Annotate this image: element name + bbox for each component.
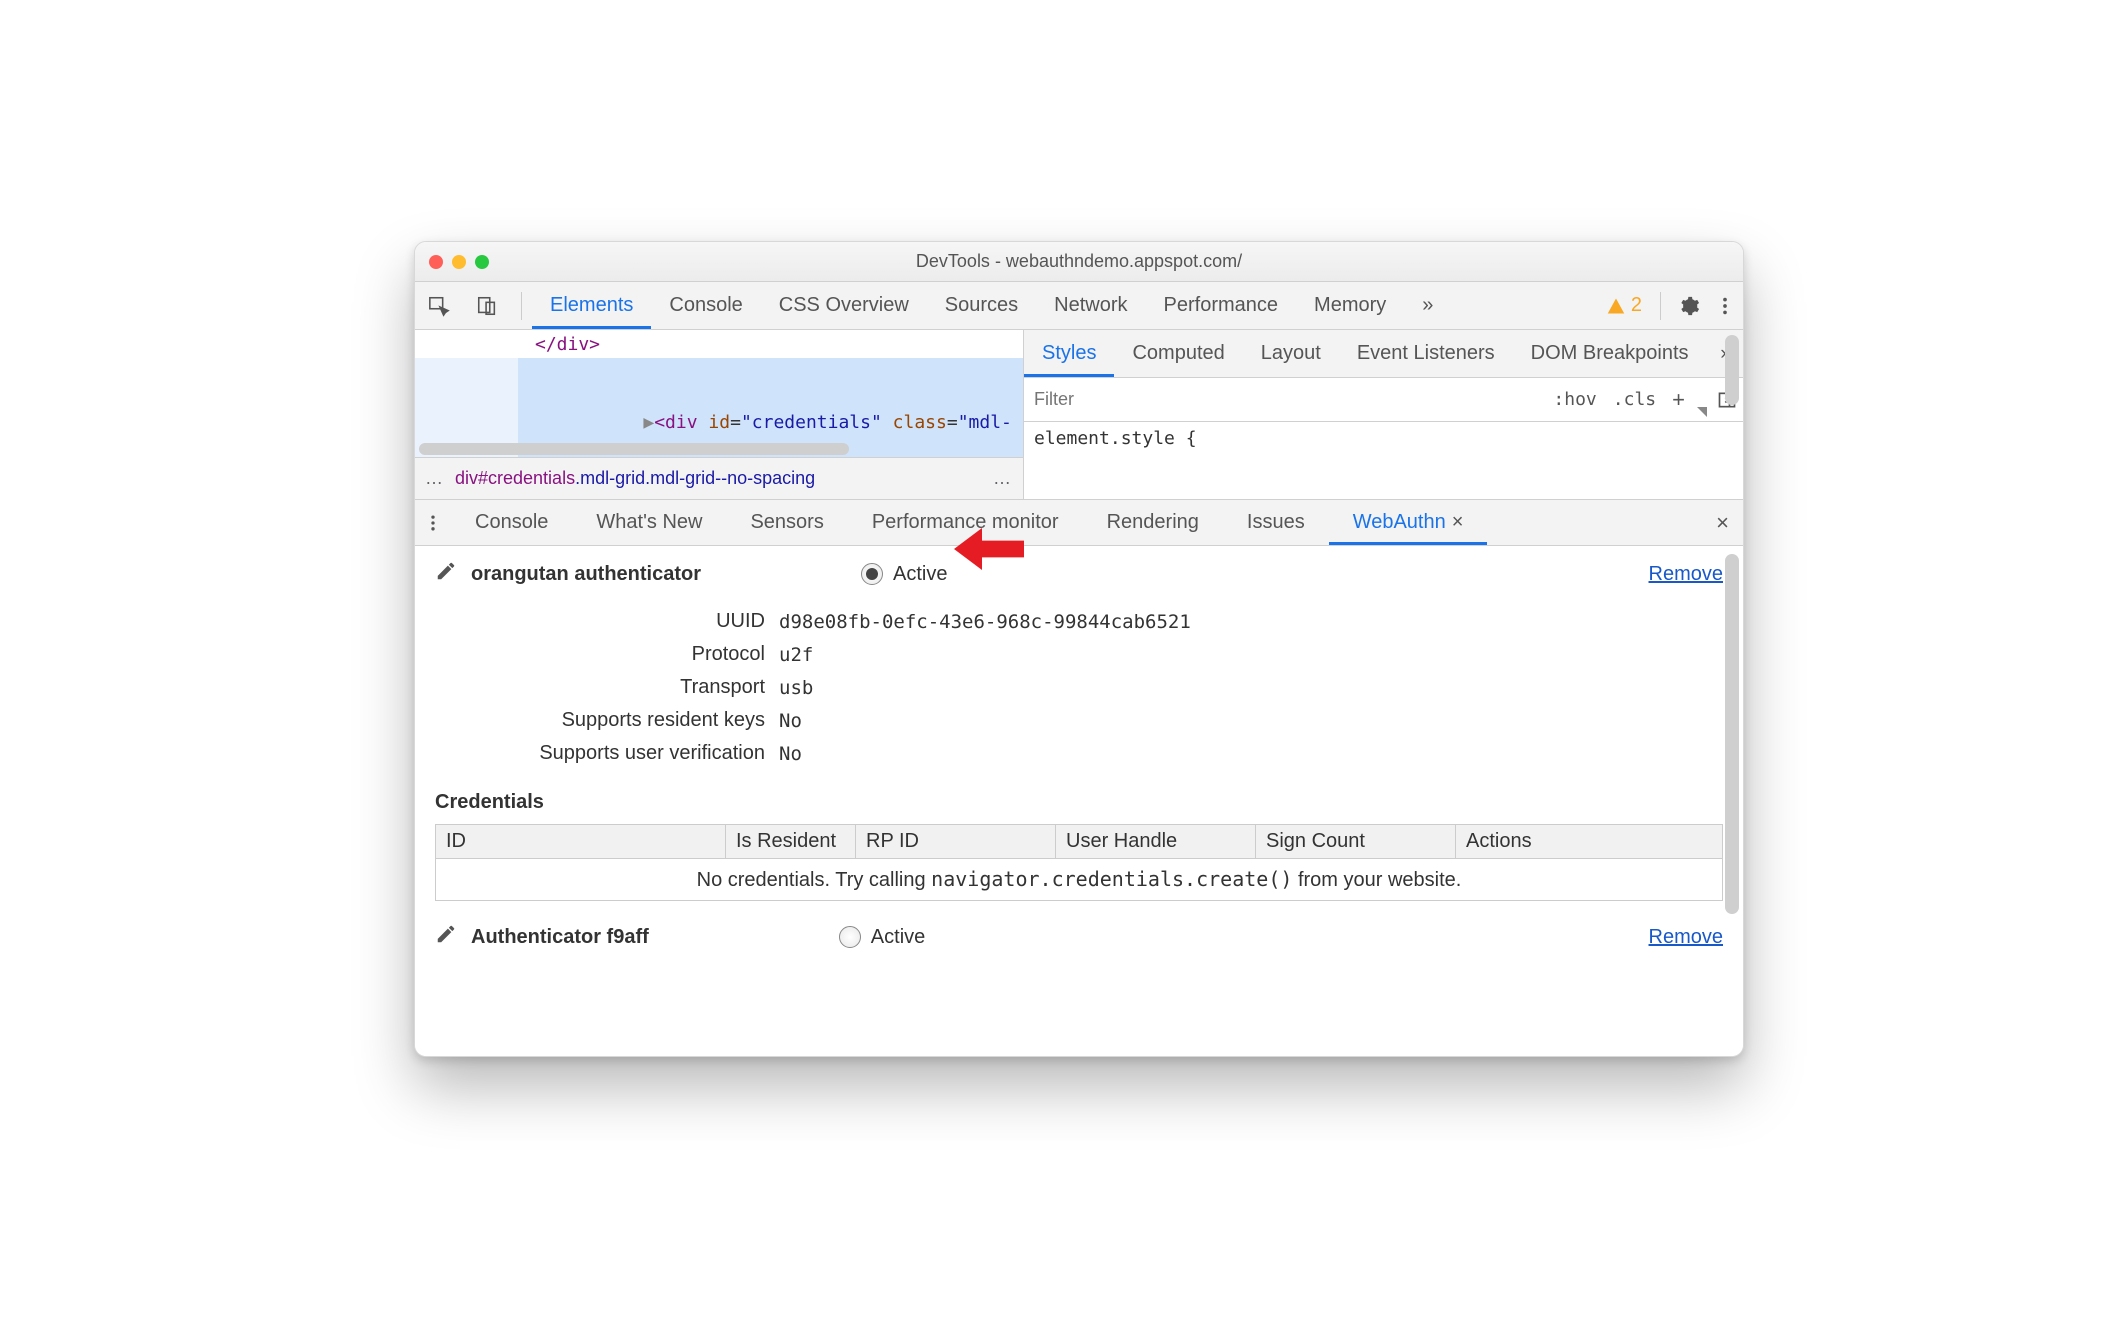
credentials-table: ID Is Resident RP ID User Handle Sign Co…: [435, 824, 1723, 901]
webauthn-panel: orangutan authenticator Active Remove UU…: [415, 546, 1743, 1056]
inspect-element-icon[interactable]: [415, 295, 463, 317]
annotation-arrow-icon: [954, 524, 1024, 574]
remove-authenticator-link[interactable]: Remove: [1649, 926, 1723, 949]
user-verification-value: No: [779, 743, 1723, 765]
settings-icon[interactable]: [1671, 295, 1707, 317]
drawer-tab-whats-new[interactable]: What's New: [572, 500, 726, 545]
edit-name-icon[interactable]: [435, 560, 459, 588]
warnings-indicator[interactable]: 2: [1607, 294, 1642, 317]
drawer-tab-rendering[interactable]: Rendering: [1083, 500, 1223, 545]
styles-panel: Styles Computed Layout Event Listeners D…: [1023, 330, 1743, 499]
styles-tab-event-listeners[interactable]: Event Listeners: [1339, 330, 1513, 377]
col-rp-id[interactable]: RP ID: [856, 825, 1056, 859]
elements-horizontal-scrollbar[interactable]: [415, 441, 1023, 457]
window-titlebar: DevTools - webauthndemo.appspot.com/: [415, 242, 1743, 282]
tab-performance[interactable]: Performance: [1146, 282, 1297, 329]
styles-tab-styles[interactable]: Styles: [1024, 330, 1114, 377]
active-radio[interactable]: [861, 563, 883, 585]
drawer-tab-console[interactable]: Console: [451, 500, 572, 545]
protocol-label: Protocol: [435, 643, 765, 666]
col-id[interactable]: ID: [436, 825, 726, 859]
devtools-main-tabs: Elements Console CSS Overview Sources Ne…: [415, 282, 1743, 330]
tab-elements[interactable]: Elements: [532, 282, 651, 329]
tabs-overflow[interactable]: »: [1404, 282, 1451, 329]
col-actions[interactable]: Actions: [1456, 825, 1723, 859]
uuid-value: d98e08fb-0efc-43e6-968c-99844cab6521: [779, 611, 1723, 633]
close-tab-icon[interactable]: ×: [1452, 511, 1464, 534]
styles-tab-dom-breakpoints[interactable]: DOM Breakpoints: [1513, 330, 1707, 377]
col-sign-count[interactable]: Sign Count: [1256, 825, 1456, 859]
protocol-value: u2f: [779, 644, 1723, 666]
remove-authenticator-link[interactable]: Remove: [1649, 563, 1723, 586]
breadcrumb-right-ellipsis[interactable]: …: [993, 468, 1013, 489]
edit-name-icon[interactable]: [435, 923, 459, 951]
close-drawer-icon[interactable]: ×: [1702, 510, 1743, 536]
credentials-heading: Credentials: [435, 791, 1723, 814]
style-rule-element-style[interactable]: element.style {: [1024, 422, 1743, 455]
warnings-count: 2: [1631, 294, 1642, 317]
window-title: DevTools - webauthndemo.appspot.com/: [415, 251, 1743, 272]
tab-memory[interactable]: Memory: [1296, 282, 1404, 329]
authenticator-name: Authenticator f9aff: [471, 926, 649, 949]
toggle-hov-button[interactable]: :hov: [1545, 389, 1604, 410]
transport-label: Transport: [435, 676, 765, 699]
authenticator-name: orangutan authenticator: [471, 563, 701, 586]
elements-breadcrumb[interactable]: … div#credentials.mdl-grid.mdl-grid--no-…: [415, 457, 1023, 499]
drawer-tab-sensors[interactable]: Sensors: [726, 500, 847, 545]
col-is-resident[interactable]: Is Resident: [726, 825, 856, 859]
resident-keys-value: No: [779, 710, 1723, 732]
styles-filter-input[interactable]: [1024, 389, 1545, 410]
elements-panel[interactable]: … </div> ▶<div id="credentials" class="m…: [415, 330, 1023, 499]
drawer-tab-webauthn[interactable]: WebAuthn×: [1329, 500, 1488, 545]
tab-css-overview[interactable]: CSS Overview: [761, 282, 927, 329]
selected-element-line[interactable]: ▶<div id="credentials" class="mdl-: [643, 412, 1012, 433]
uuid-label: UUID: [435, 610, 765, 633]
drawer-more-icon[interactable]: [415, 513, 451, 533]
tab-network[interactable]: Network: [1036, 282, 1145, 329]
new-style-rule-icon[interactable]: +: [1664, 387, 1693, 413]
code-prev-close: </div>: [535, 334, 600, 355]
drawer-tabs: Console What's New Sensors Performance m…: [415, 500, 1743, 546]
more-menu-icon[interactable]: [1707, 295, 1743, 317]
styles-tab-computed[interactable]: Computed: [1114, 330, 1242, 377]
styles-tab-layout[interactable]: Layout: [1243, 330, 1339, 377]
user-verification-label: Supports user verification: [435, 742, 765, 765]
drawer-tab-issues[interactable]: Issues: [1223, 500, 1329, 545]
styles-scrollbar[interactable]: [1725, 335, 1739, 405]
active-label: Active: [871, 926, 925, 949]
device-toolbar-icon[interactable]: [463, 295, 511, 317]
tab-sources[interactable]: Sources: [927, 282, 1036, 329]
active-label: Active: [893, 563, 947, 586]
credentials-empty-row: No credentials. Try calling navigator.cr…: [436, 859, 1723, 901]
col-user-handle[interactable]: User Handle: [1056, 825, 1256, 859]
transport-value: usb: [779, 677, 1723, 699]
resident-keys-label: Supports resident keys: [435, 709, 765, 732]
panel-scrollbar[interactable]: [1725, 554, 1739, 914]
styles-resize-corner-icon[interactable]: [1697, 407, 1707, 417]
tab-console[interactable]: Console: [651, 282, 760, 329]
toggle-cls-button[interactable]: .cls: [1605, 389, 1664, 410]
breadcrumb-left-ellipsis[interactable]: …: [425, 468, 445, 489]
active-radio[interactable]: [839, 926, 861, 948]
